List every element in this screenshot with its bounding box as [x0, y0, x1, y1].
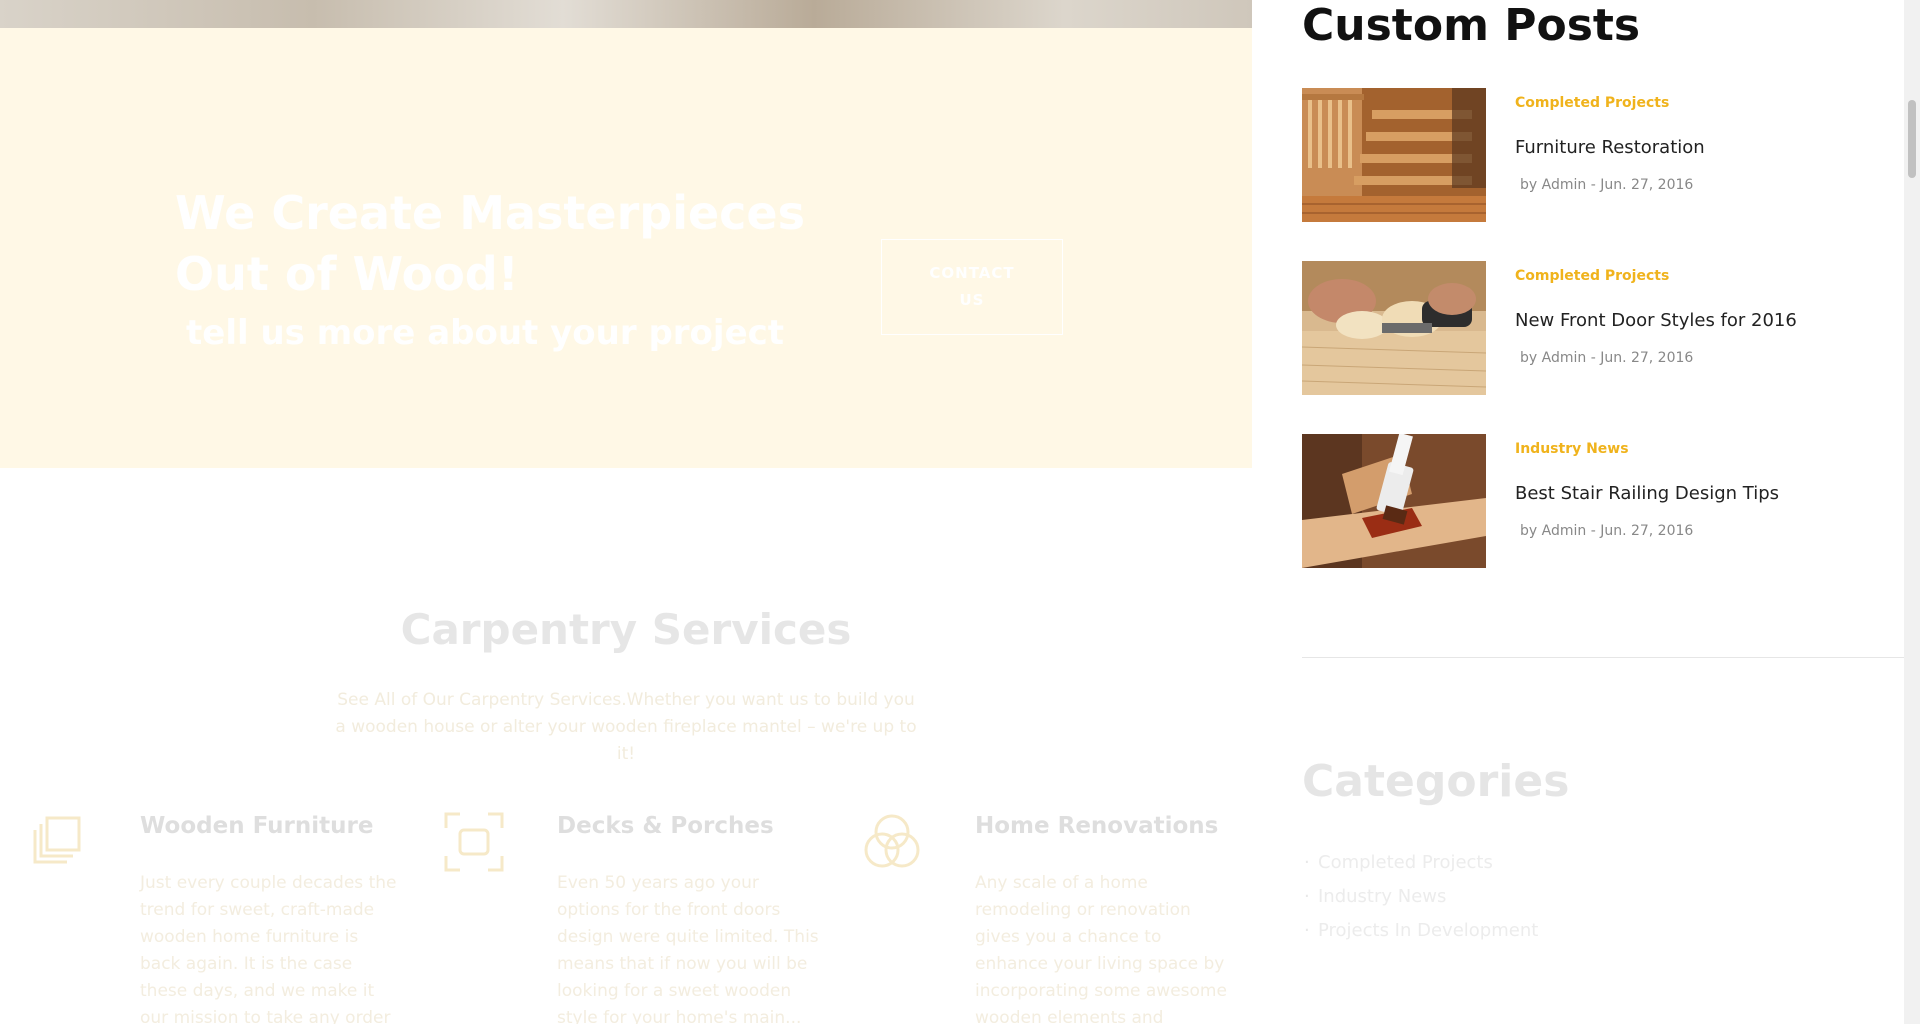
layers-icon: [33, 816, 81, 864]
cta-banner: We Create Masterpieces Out of Wood! tell…: [0, 28, 1252, 468]
service-text: Just every couple decades the trend for …: [140, 873, 397, 1024]
service-text: Any scale of a home remodeling or renova…: [975, 873, 1227, 1024]
wood-plane-photo-icon: [1302, 261, 1486, 395]
post-item[interactable]: Completed Projects Furniture Restoration…: [1302, 88, 1862, 222]
post-meta: by Admin - Jun. 27, 2016: [1520, 177, 1694, 193]
cta-title-line1: We Create Masterpieces: [175, 186, 806, 240]
page-scrollbar[interactable]: [1904, 0, 1920, 1024]
post-meta: by Admin - Jun. 27, 2016: [1520, 523, 1694, 539]
post-category[interactable]: Completed Projects: [1515, 267, 1669, 285]
stairs-photo-icon: [1302, 88, 1486, 222]
category-link-completed-projects[interactable]: Completed Projects: [1302, 846, 1538, 880]
post-title[interactable]: Furniture Restoration: [1515, 136, 1855, 160]
post-title[interactable]: Best Stair Railing Design Tips: [1515, 482, 1855, 506]
post-item[interactable]: Completed Projects New Front Door Styles…: [1302, 261, 1862, 395]
service-title: Home Renovations: [975, 813, 1219, 839]
circles-icon: [864, 814, 920, 868]
service-text: Even 50 years ago your options for the f…: [557, 873, 819, 1024]
custom-posts-title: Custom Posts: [1302, 0, 1641, 51]
post-meta: by Admin - Jun. 27, 2016: [1520, 350, 1694, 366]
sidebar-divider: [1302, 657, 1904, 658]
cta-title-line2: Out of Wood!: [175, 247, 519, 301]
post-category[interactable]: Completed Projects: [1515, 94, 1669, 112]
services-description: See All of Our Carpentry Services.Whethe…: [335, 690, 917, 764]
paint-brush-photo-icon: [1302, 434, 1486, 568]
service-title: Wooden Furniture: [140, 813, 374, 839]
post-category[interactable]: Industry News: [1515, 440, 1629, 458]
scrollbar-thumb[interactable]: [1908, 100, 1916, 178]
post-thumbnail-stairs[interactable]: [1302, 88, 1486, 222]
contact-us-button[interactable]: CONTACT US: [881, 239, 1063, 335]
hero-photo-strip: [0, 0, 1252, 28]
service-title: Decks & Porches: [557, 813, 774, 839]
post-item[interactable]: Industry News Best Stair Railing Design …: [1302, 434, 1862, 568]
post-thumbnail-wood-plane[interactable]: [1302, 261, 1486, 395]
main-content: We Create Masterpieces Out of Wood! tell…: [0, 0, 1252, 1024]
services-title: Carpentry Services: [400, 605, 852, 654]
focus-frame-icon: [444, 812, 504, 872]
category-link-industry-news[interactable]: Industry News: [1302, 880, 1538, 914]
category-link-projects-in-development[interactable]: Projects In Development: [1302, 914, 1538, 948]
post-thumbnail-paint-brush[interactable]: [1302, 434, 1486, 568]
categories-list: Completed Projects Industry News Project…: [1302, 846, 1538, 948]
categories-title: Categories: [1302, 756, 1570, 807]
post-title[interactable]: New Front Door Styles for 2016: [1515, 309, 1855, 333]
sidebar: Custom Posts Completed Projects Furnitur…: [1252, 0, 1904, 1024]
cta-title: We Create Masterpieces Out of Wood!: [175, 183, 815, 305]
cta-subtitle: tell us more about your project: [186, 313, 785, 353]
